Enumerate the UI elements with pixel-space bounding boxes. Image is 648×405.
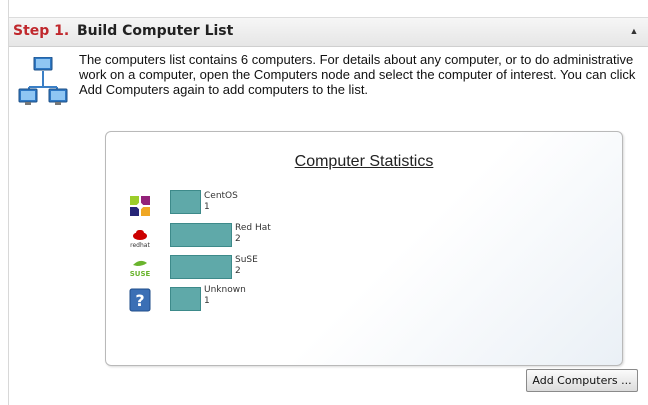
redhat-icon: redhat bbox=[130, 230, 150, 249]
bar-label-unknown: Unknown 1 bbox=[204, 285, 246, 307]
svg-text:redhat: redhat bbox=[130, 242, 150, 249]
step-number: Step 1. bbox=[13, 23, 70, 39]
bar-suse bbox=[170, 255, 232, 279]
bar-unknown bbox=[170, 287, 201, 311]
svg-text:?: ? bbox=[135, 291, 144, 310]
add-computers-button[interactable]: Add Computers ... bbox=[526, 369, 638, 392]
unknown-os-icon: ? bbox=[129, 288, 151, 312]
bar-label-suse: SuSE 2 bbox=[235, 255, 258, 277]
step-header: Step 1. Build Computer List ▲ bbox=[9, 17, 648, 47]
os-name: Unknown bbox=[204, 285, 246, 295]
os-name: Red Hat bbox=[235, 223, 271, 233]
bar-label-redhat: Red Hat 2 bbox=[235, 223, 271, 245]
bar-centos bbox=[170, 190, 201, 214]
svg-text:SUSE: SUSE bbox=[130, 270, 151, 278]
os-count: 1 bbox=[204, 296, 210, 306]
bar-redhat bbox=[170, 223, 232, 247]
os-name: SuSE bbox=[235, 255, 258, 265]
suse-icon: SUSE bbox=[130, 260, 151, 278]
os-count: 2 bbox=[235, 266, 241, 276]
collapse-chevron-icon[interactable]: ▲ bbox=[626, 23, 642, 39]
statistics-title: Computer Statistics bbox=[294, 153, 434, 170]
bar-label-centos: CentOS 1 bbox=[204, 191, 238, 213]
os-name: CentOS bbox=[204, 191, 238, 201]
step-description: The computers list contains 6 computers.… bbox=[79, 52, 636, 97]
centos-icon bbox=[130, 196, 150, 216]
os-count: 2 bbox=[235, 234, 241, 244]
network-computers-icon bbox=[18, 57, 68, 105]
step-title: Build Computer List bbox=[77, 23, 234, 39]
computer-statistics-panel: Computer Statistics CentOS 1 redhat Red … bbox=[105, 131, 623, 366]
os-count: 1 bbox=[204, 202, 210, 212]
